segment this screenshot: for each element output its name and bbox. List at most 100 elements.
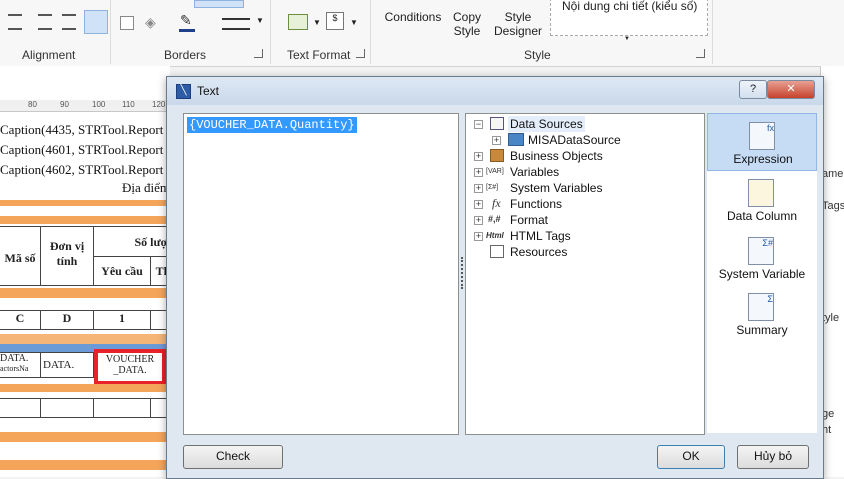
ok-label: OK (682, 449, 700, 463)
dialog-launcher-icon[interactable] (696, 49, 705, 58)
tree-node-system-variables[interactable]: + [Σ#] System Variables (472, 180, 692, 196)
border-style-icon[interactable] (222, 18, 250, 30)
functions-icon: fx (492, 196, 501, 210)
side-button-label: System Variable (718, 267, 806, 281)
expand-icon[interactable]: + (492, 136, 501, 145)
close-icon: ✕ (786, 83, 796, 95)
data-cell-text: actorsNa (0, 364, 29, 373)
selected-data-cell[interactable]: VOUCHER _DATA. (94, 349, 166, 385)
data-cell[interactable]: DATA. actorsNa (0, 352, 41, 378)
tree-node-format[interactable]: + #,# Format (472, 212, 692, 228)
system-variable-tab-button[interactable]: Σ# System Variable (707, 229, 817, 285)
conditions-button[interactable]: Conditions (384, 10, 442, 24)
dialog-launcher-icon[interactable] (356, 49, 365, 58)
tree-node-misadatasource[interactable]: + MISADataSource (486, 132, 686, 148)
number-format-icon[interactable]: $ (326, 12, 344, 30)
caption-text[interactable]: Caption(4601, STRTool.Report (0, 142, 163, 158)
letter-cell[interactable]: C (0, 310, 41, 330)
text-format-icon[interactable] (288, 14, 308, 30)
border-style-button[interactable] (194, 0, 244, 8)
group-label-style: Style (524, 48, 551, 62)
band-separator (0, 460, 170, 470)
empty-cell[interactable] (40, 398, 94, 418)
style-designer-label-line2: Designer (493, 24, 543, 38)
data-cell[interactable]: DATA. (40, 352, 94, 378)
header-text: Mã số (4, 251, 36, 265)
border-color-icon[interactable]: ✎ (180, 12, 192, 29)
align-center-icon[interactable] (38, 14, 52, 30)
caption-text[interactable]: Caption(4602, STRTool.Report (0, 162, 163, 178)
header-text: Yêu cầu (101, 264, 143, 278)
header-cell[interactable]: Yêu cầu (93, 256, 151, 286)
word-wrap-button[interactable] (84, 10, 108, 34)
tree-node-label: Resources (510, 245, 568, 259)
report-canvas[interactable]: 80 90 100 110 120 Caption(4435, STRTool.… (0, 66, 170, 477)
align-left-icon[interactable] (8, 14, 22, 30)
letter-cell[interactable]: D (40, 310, 94, 330)
empty-cell[interactable] (93, 398, 151, 418)
expression-tab-button[interactable]: fx Expression (707, 113, 817, 171)
header-cell[interactable]: Số lượn (93, 226, 170, 258)
band-separator (0, 432, 170, 442)
caption-text[interactable]: Caption(4435, STRTool.Report (0, 122, 163, 138)
tree-node-resources[interactable]: Resources (472, 244, 692, 260)
summary-tab-button[interactable]: Σ Summary (707, 285, 817, 341)
tree-node-functions[interactable]: + fx Functions (472, 196, 692, 212)
expand-icon[interactable]: + (474, 216, 483, 225)
ok-button[interactable]: OK (657, 445, 725, 469)
letter-text: 1 (119, 311, 125, 325)
close-button[interactable]: ✕ (767, 80, 815, 99)
tree-node-variables[interactable]: + [VAR] Variables (472, 164, 692, 180)
group-label-alignment: Alignment (22, 48, 76, 62)
header-text: tính (56, 254, 78, 268)
collapse-icon[interactable]: − (474, 120, 483, 129)
expand-icon[interactable]: + (474, 200, 483, 209)
dialog-title: Text (197, 84, 220, 98)
border-none-icon[interactable] (120, 16, 134, 30)
letter-cell[interactable]: 1 (93, 310, 151, 330)
band-separator (0, 288, 170, 298)
style-gallery-item[interactable]: Nội dung chi tiết (kiểu số) (562, 0, 697, 13)
text-dialog: ╲ Text ? ✕ {VOUCHER_DATA.Quantity} − Dat… (166, 76, 824, 479)
check-button[interactable]: Check (183, 445, 283, 469)
chevron-down-icon[interactable]: ▼ (256, 16, 264, 25)
chevron-down-icon[interactable]: ▼ (350, 18, 358, 27)
data-column-tab-button[interactable]: Data Column (707, 171, 817, 227)
tree-node-business-objects[interactable]: + Business Objects (472, 148, 692, 164)
band-separator (0, 200, 170, 206)
chevron-down-icon[interactable]: ▼ (313, 18, 321, 27)
data-cell-text: DATA. (0, 353, 29, 364)
chevron-down-icon[interactable]: ▼ (624, 36, 630, 42)
style-gallery[interactable]: Nội dung chi tiết (kiểu số) (550, 0, 708, 36)
tree-node-data-sources[interactable]: − Data Sources (472, 116, 692, 132)
ruler-tick: 90 (60, 100, 69, 109)
group-separator (370, 0, 371, 64)
data-tree[interactable]: − Data Sources + MISADataSource + Busine… (465, 113, 705, 435)
check-label: Check (215, 449, 250, 463)
expand-icon[interactable]: + (474, 232, 483, 241)
expand-icon[interactable]: + (474, 152, 483, 161)
style-designer-button[interactable]: Style Designer (492, 10, 544, 38)
tree-node-label: Functions (510, 197, 563, 211)
expand-icon[interactable]: + (474, 184, 483, 193)
dialog-titlebar[interactable]: ╲ Text ? ✕ (167, 77, 823, 105)
header-cell[interactable]: Đơn vị tính (40, 226, 94, 286)
copy-style-button[interactable]: Copy Style (448, 10, 486, 38)
help-button[interactable]: ? (739, 80, 767, 99)
location-text[interactable]: Địa điểm (122, 180, 170, 196)
database-icon (508, 133, 524, 146)
side-button-label: Data Column (726, 209, 798, 223)
empty-cell[interactable] (0, 398, 41, 418)
expand-icon[interactable]: + (474, 168, 483, 177)
fill-color-icon[interactable]: ◈ (145, 14, 156, 31)
align-right-icon[interactable] (62, 14, 76, 30)
style-designer-label-line1: Style (504, 10, 532, 24)
dialog-launcher-icon[interactable] (254, 49, 263, 58)
system-variables-icon: [Σ#] (486, 184, 499, 191)
header-cell[interactable]: Mã số (0, 226, 41, 286)
band-separator (0, 384, 170, 392)
expression-text[interactable]: {VOUCHER_DATA.Quantity} (187, 117, 357, 133)
cancel-button[interactable]: Hủy bỏ (737, 445, 809, 469)
tree-node-html-tags[interactable]: + Html HTML Tags (472, 228, 692, 244)
expression-editor[interactable]: {VOUCHER_DATA.Quantity} (183, 113, 459, 435)
